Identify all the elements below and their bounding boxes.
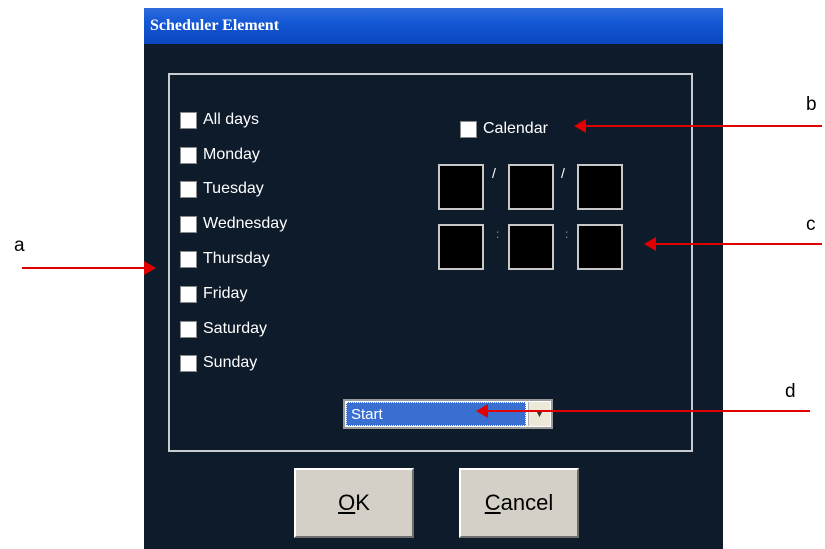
checkbox-icon[interactable] <box>180 146 197 164</box>
ok-button-label: K <box>355 490 370 515</box>
cancel-button-mnemonic: C <box>484 490 501 515</box>
time-field-seconds[interactable] <box>577 224 623 270</box>
checkbox-thursday[interactable]: Thursday <box>180 250 270 268</box>
checkbox-saturday[interactable]: Saturday <box>180 320 267 338</box>
checkbox-all-days[interactable]: All days <box>180 111 259 129</box>
checkbox-label: Calendar <box>483 120 548 137</box>
mode-select-value: Start <box>346 402 526 426</box>
time-separator: : <box>565 227 569 241</box>
callout-label-c: c <box>806 214 816 235</box>
date-separator: / <box>561 165 565 181</box>
checkbox-calendar[interactable]: Calendar <box>460 120 548 138</box>
checkbox-label: All days <box>203 111 260 128</box>
callout-arrow-d <box>488 410 810 412</box>
ok-button-mnemonic: O <box>338 490 356 515</box>
callout-label-b: b <box>806 94 817 115</box>
arrow-head-icon <box>144 261 156 275</box>
callout-arrow-b <box>586 125 822 127</box>
checkbox-tuesday[interactable]: Tuesday <box>180 180 264 198</box>
checkbox-monday[interactable]: Monday <box>180 146 260 164</box>
cancel-button[interactable]: Cancel <box>459 468 579 538</box>
checkbox-sunday[interactable]: Sunday <box>180 354 257 372</box>
checkbox-icon[interactable] <box>180 111 197 129</box>
arrow-head-icon <box>644 237 656 251</box>
checkbox-icon[interactable] <box>180 180 197 198</box>
date-field-2[interactable] <box>508 164 554 210</box>
callout-label-d: d <box>785 381 796 402</box>
date-field-1[interactable] <box>438 164 484 210</box>
checkbox-label: Tuesday <box>203 180 264 197</box>
callout-label-a: a <box>14 235 25 256</box>
mode-select[interactable]: Start ▼ <box>343 399 553 429</box>
checkbox-label: Wednesday <box>203 215 288 232</box>
checkbox-icon[interactable] <box>180 354 197 372</box>
checkbox-label: Saturday <box>203 320 268 337</box>
checkbox-icon[interactable] <box>180 250 197 268</box>
checkbox-label: Monday <box>203 146 260 163</box>
checkbox-icon[interactable] <box>180 215 197 233</box>
callout-arrow-a <box>22 267 144 269</box>
checkbox-label: Thursday <box>203 250 270 267</box>
arrow-head-icon <box>476 404 488 418</box>
chevron-down-icon[interactable]: ▼ <box>528 402 550 426</box>
schedule-group-box: All days Monday Tuesday Wednesday Thursd… <box>168 73 693 452</box>
checkbox-icon[interactable] <box>180 285 197 303</box>
ok-button[interactable]: OK <box>294 468 414 538</box>
checkbox-icon[interactable] <box>180 320 197 338</box>
checkbox-label: Sunday <box>203 354 258 371</box>
window-title: Scheduler Element <box>150 17 280 34</box>
checkbox-wednesday[interactable]: Wednesday <box>180 215 287 233</box>
title-bar[interactable]: Scheduler Element <box>144 8 723 44</box>
date-field-3[interactable] <box>577 164 623 210</box>
checkbox-friday[interactable]: Friday <box>180 285 247 303</box>
date-separator: / <box>492 165 496 181</box>
scheduler-dialog: Scheduler Element All days Monday Tuesda… <box>144 8 723 549</box>
checkbox-icon[interactable] <box>460 120 477 138</box>
checkbox-label: Friday <box>203 285 248 302</box>
cancel-button-label: ancel <box>500 490 554 515</box>
time-field-minutes[interactable] <box>508 224 554 270</box>
callout-arrow-c <box>656 243 822 245</box>
arrow-head-icon <box>574 119 586 133</box>
time-field-hours[interactable] <box>438 224 484 270</box>
time-separator: : <box>496 227 500 241</box>
